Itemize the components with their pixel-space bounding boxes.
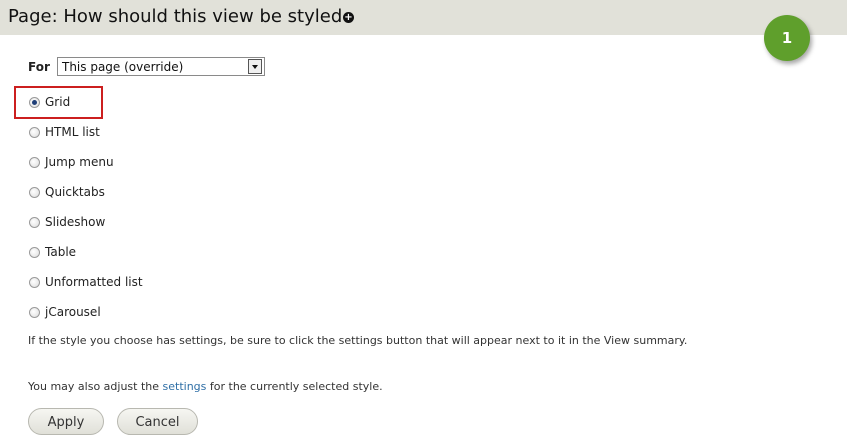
radio-label[interactable]: Quicktabs [45,185,105,199]
radio-button[interactable] [29,217,40,228]
for-label: For [28,60,50,74]
chevron-down-icon[interactable] [248,59,262,74]
plus-circle-icon[interactable]: + [343,12,354,23]
radio-label[interactable]: jCarousel [45,305,101,319]
radio-button[interactable] [29,157,40,168]
cancel-button[interactable]: Cancel [117,408,198,435]
title-bar: Page: How should this view be styled + [0,0,847,35]
settings-link[interactable]: settings [163,380,207,393]
radio-label[interactable]: Jump menu [45,155,114,169]
adjust-text-after: for the currently selected style. [206,380,383,393]
radio-button[interactable] [29,127,40,138]
for-select[interactable]: This page (override) [57,57,265,76]
step-badge: 1 [764,15,810,61]
radio-button[interactable] [29,277,40,288]
radio-button[interactable] [29,307,40,318]
radio-button[interactable] [29,187,40,198]
help-text: If the style you choose has settings, be… [28,334,688,347]
adjust-text-before: You may also adjust the [28,380,163,393]
radio-label[interactable]: Grid [45,95,70,109]
radio-label[interactable]: Slideshow [45,215,105,229]
for-select-value: This page (override) [62,60,184,74]
adjust-text: You may also adjust the settings for the… [28,380,383,393]
radio-label[interactable]: Unformatted list [45,275,143,289]
radio-label[interactable]: HTML list [45,125,100,139]
radio-label[interactable]: Table [45,245,76,259]
apply-button[interactable]: Apply [28,408,104,435]
page-title: Page: How should this view be styled [8,6,343,27]
radio-button[interactable] [29,247,40,258]
radio-button[interactable] [29,97,40,108]
